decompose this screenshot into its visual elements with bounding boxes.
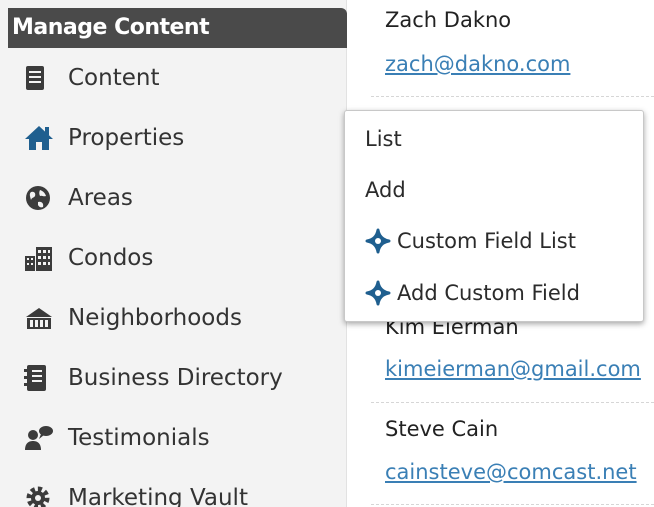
house-icon [24,121,58,155]
sidebar-item-business-directory[interactable]: Business Directory [0,348,347,408]
submenu-item-label: Add [365,178,406,202]
sidebar-item-condos[interactable]: Condos [0,228,347,288]
submenu-item-add[interactable]: Add [345,165,643,215]
properties-submenu: List Add Custom Field List Add Custom Fi… [344,110,644,322]
sidebar-item-content[interactable]: Content [0,48,347,108]
document-icon [24,61,58,95]
sidebar-item-label: Properties [68,125,185,151]
neighborhood-icon [24,301,58,335]
submenu-item-custom-field-list[interactable]: Custom Field List [345,216,643,266]
diamond-icon [365,280,391,306]
row-divider [371,402,654,403]
sidebar-item-properties[interactable]: Properties [0,108,347,168]
gear-icon [24,481,58,507]
contact-name: Steve Cain [385,417,499,441]
testimonial-icon [24,421,58,455]
building-icon [24,241,58,275]
row-divider [371,96,654,97]
sidebar-item-marketing-vault[interactable]: Marketing Vault [0,468,347,507]
contact-name: Zach Dakno [385,8,512,32]
sidebar: Manage Content Content Properties Areas … [0,0,347,507]
submenu-item-label: List [365,127,402,151]
row-divider [371,504,654,505]
submenu-item-label: Add Custom Field [397,281,580,305]
contact-email-link[interactable]: cainsteve@comcast.net [385,460,637,484]
globe-icon [24,181,58,215]
sidebar-item-testimonials[interactable]: Testimonials [0,408,347,468]
sidebar-item-label: Testimonials [68,425,210,451]
address-book-icon [24,361,58,395]
sidebar-item-label: Marketing Vault [68,485,248,507]
sidebar-item-label: Business Directory [68,365,283,391]
sidebar-item-label: Condos [68,245,154,271]
sidebar-item-label: Neighborhoods [68,305,242,331]
sidebar-item-areas[interactable]: Areas [0,168,347,228]
sidebar-item-label: Areas [68,185,133,211]
sidebar-item-label: Content [68,65,160,91]
contact-email-link[interactable]: kimeierman@gmail.com [385,357,641,381]
diamond-icon [365,228,391,254]
submenu-item-list[interactable]: List [345,114,643,164]
sidebar-title: Manage Content [8,8,347,48]
submenu-item-add-custom-field[interactable]: Add Custom Field [345,268,643,318]
submenu-item-label: Custom Field List [397,229,576,253]
sidebar-item-neighborhoods[interactable]: Neighborhoods [0,288,347,348]
contact-email-link[interactable]: zach@dakno.com [385,52,570,76]
